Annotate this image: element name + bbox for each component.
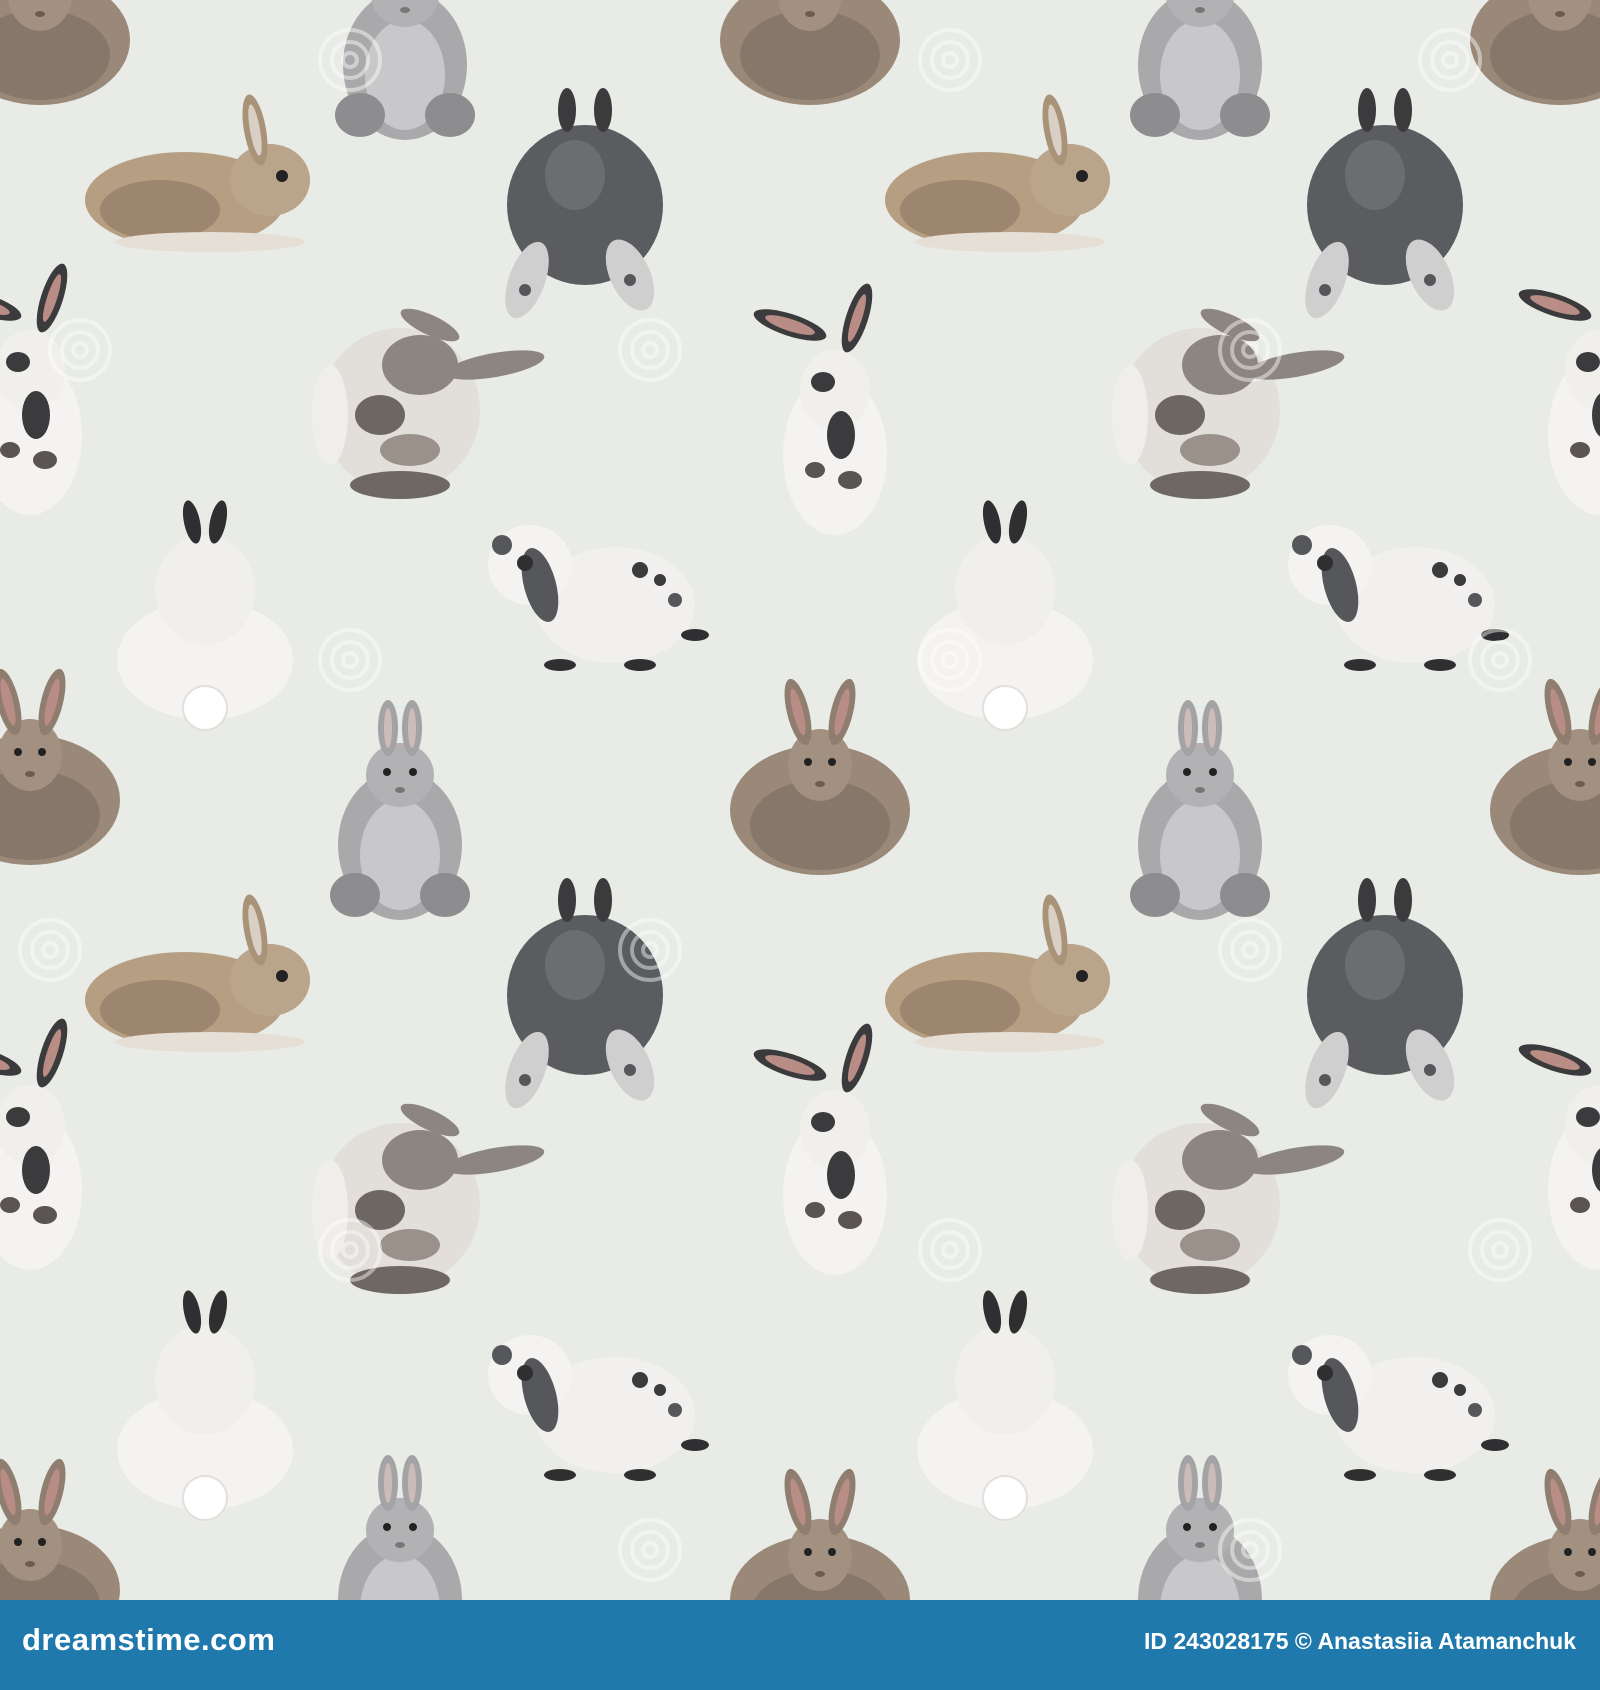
site-brand-text: dreamstime.com (22, 1622, 276, 1657)
image-credit-text: ID 243028175 © Anastasiia Atamanchuk (1143, 1628, 1576, 1654)
stock-footer-bar: dreamstime.com ID 243028175 © Anastasiia… (0, 1600, 1600, 1690)
rabbit-pattern-illustration (0, 0, 1600, 1600)
rabbit-tile-left (0, 0, 910, 1600)
